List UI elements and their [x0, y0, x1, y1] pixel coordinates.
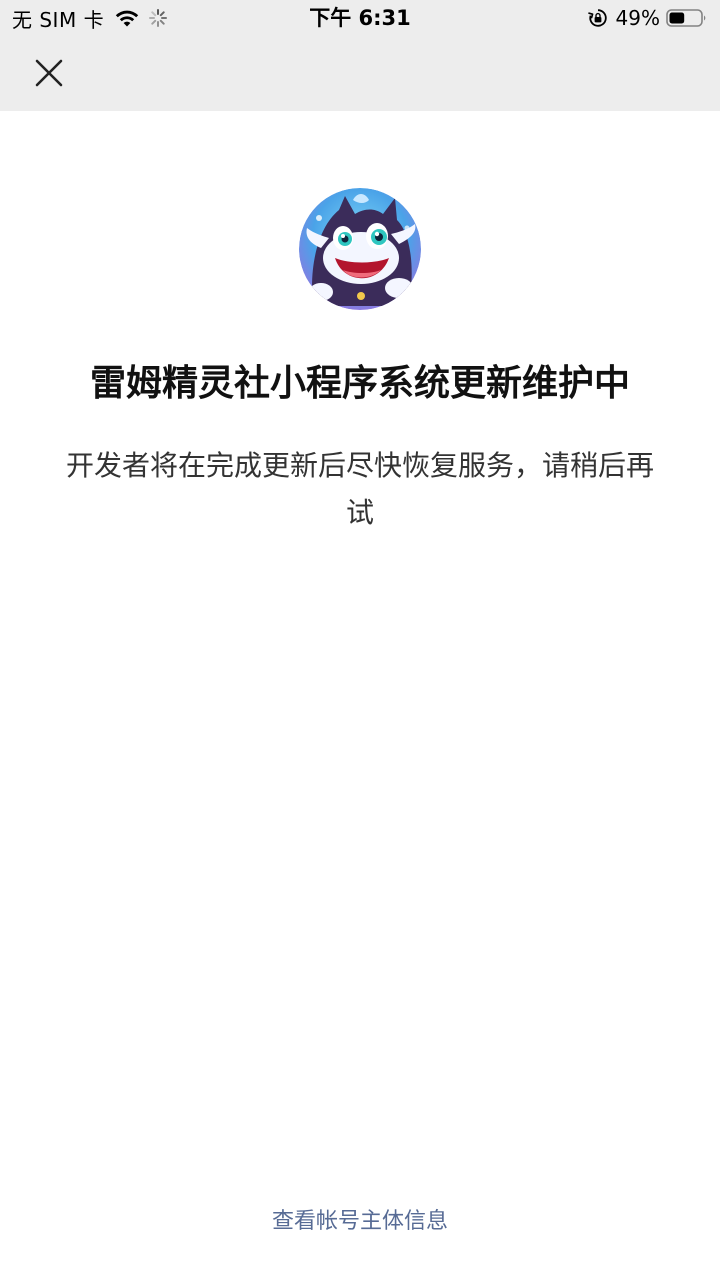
- battery-percent: 49%: [615, 6, 660, 30]
- app-avatar-image: [299, 188, 421, 310]
- loading-icon: [149, 9, 168, 27]
- page-title: 雷姆精灵社小程序系统更新维护中: [89, 363, 630, 404]
- app-avatar: [299, 188, 421, 310]
- close-icon: [35, 59, 63, 87]
- nav-bar: [0, 36, 720, 111]
- carrier-label: 无 SIM 卡: [12, 7, 105, 32]
- maintenance-screen: 无 SIM 卡 下午 6:31 49% 雷姆精灵社小程序系统更新维护中 开发者将…: [0, 0, 720, 1280]
- status-bar-right: 49%: [587, 5, 708, 31]
- maintenance-description: 开发者将在完成更新后尽快恢复服务，请稍后再试: [65, 449, 654, 529]
- status-bar-left: 无 SIM 卡: [12, 5, 168, 32]
- status-bar: 无 SIM 卡 下午 6:31 49%: [0, 0, 720, 36]
- wifi-icon: [115, 10, 139, 27]
- battery-icon: [666, 9, 706, 27]
- battery-fill: [669, 12, 685, 24]
- account-info-link[interactable]: 查看帐号主体信息: [0, 1202, 720, 1242]
- close-button[interactable]: [26, 50, 72, 96]
- lock-rotation-icon: [587, 9, 607, 27]
- top-bar: 无 SIM 卡 下午 6:31 49%: [0, 0, 720, 111]
